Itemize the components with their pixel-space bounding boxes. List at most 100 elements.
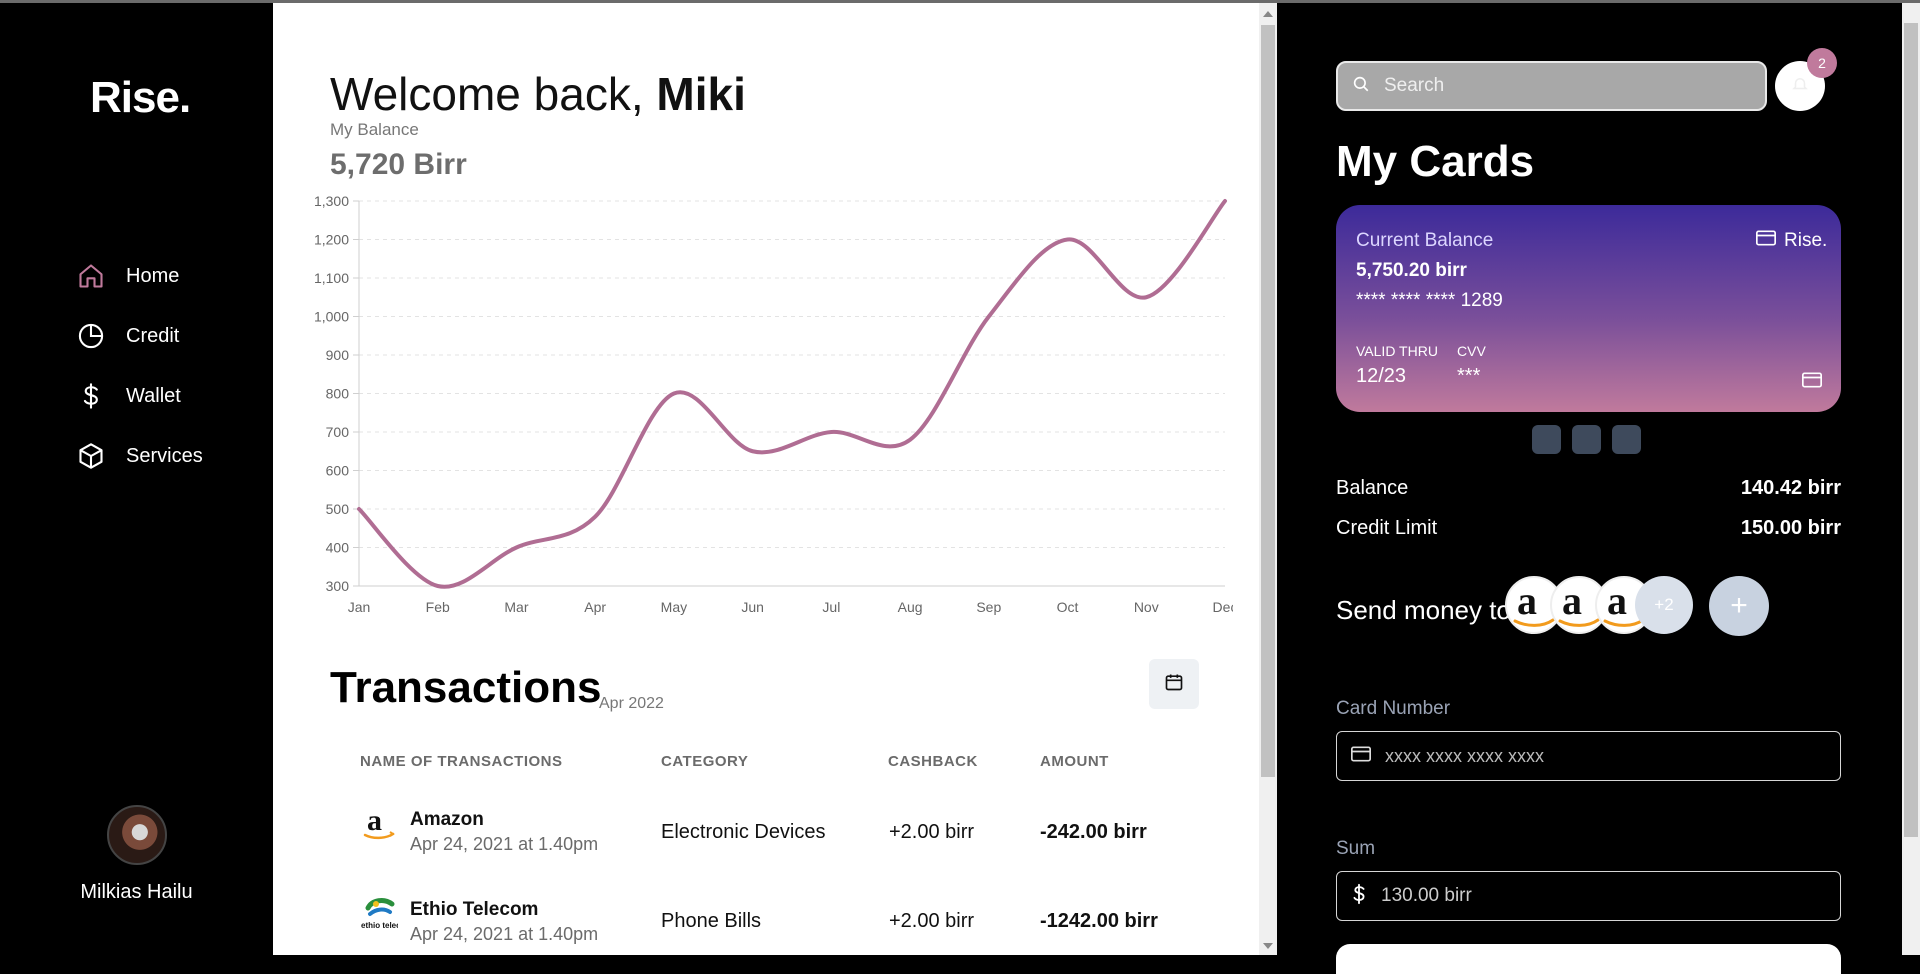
sum-label: Sum xyxy=(1336,838,1376,859)
chart-y-tick-label: 1,200 xyxy=(314,232,349,248)
card-number-field[interactable] xyxy=(1336,731,1841,781)
calendar-icon xyxy=(1164,672,1184,697)
sidebar-item-services[interactable]: Services xyxy=(74,426,203,486)
svg-text:a: a xyxy=(1517,578,1537,623)
sidebar-item-credit[interactable]: Credit xyxy=(74,306,203,366)
transaction-cashback: +2.00 birr xyxy=(889,821,975,843)
user-name: Milkias Hailu xyxy=(80,881,193,903)
chart-x-tick-label: Oct xyxy=(1057,599,1079,615)
carousel-dot[interactable] xyxy=(1572,425,1601,454)
calendar-button[interactable] xyxy=(1149,659,1199,709)
chart-x-tick-label: Mar xyxy=(504,599,528,615)
scrollbar-thumb[interactable] xyxy=(1261,25,1275,777)
chart-y-tick-label: 900 xyxy=(326,347,350,363)
scroll-down-arrow-icon[interactable] xyxy=(1263,943,1273,949)
credit-card[interactable]: Current Balance 5,750.20 birr **** **** … xyxy=(1336,205,1841,412)
dollar-icon xyxy=(74,379,108,413)
add-recipient-button[interactable]: + xyxy=(1709,576,1769,636)
notification-badge: 2 xyxy=(1807,48,1837,78)
welcome-heading: Welcome back, Miki xyxy=(330,67,746,121)
chart-y-tick-label: 300 xyxy=(326,578,350,594)
main-scrollbar[interactable] xyxy=(1259,3,1277,955)
sidebar-item-label: Services xyxy=(126,444,203,467)
balance-value: 5,720 Birr xyxy=(330,148,467,181)
app-logo: Rise. xyxy=(90,73,191,122)
chart-y-tick-label: 1,000 xyxy=(314,309,349,325)
card-brand-label: Rise. xyxy=(1784,230,1828,251)
chart-y-tick-label: 500 xyxy=(326,501,350,517)
balance-line-chart: 300 400 500 600 700 800 900 1,000 1,100 1,200 1,30… xyxy=(314,193,1233,615)
carousel-dot[interactable] xyxy=(1532,425,1561,454)
search-icon xyxy=(1352,75,1370,98)
svg-text:a: a xyxy=(367,804,382,837)
welcome-user: Miki xyxy=(656,68,746,120)
plus-icon: + xyxy=(1730,589,1748,622)
search-input[interactable] xyxy=(1384,75,1744,97)
card-icon xyxy=(1351,746,1371,767)
chart-y-tick-label: 700 xyxy=(326,424,350,440)
carousel-dot[interactable] xyxy=(1612,425,1641,454)
balance-label: Balance xyxy=(1336,477,1409,499)
chart-x-tick-label: Sep xyxy=(976,599,1001,615)
chart-x-tick-label: May xyxy=(661,599,687,615)
transaction-time: Apr 24, 2021 at 1.40pm xyxy=(410,924,599,944)
sum-value[interactable]: 130.00 birr xyxy=(1381,885,1472,907)
more-recipients-badge[interactable]: +2 xyxy=(1635,576,1693,634)
right-panel: 2 My Cards Current Balance 5,750.20 birr… xyxy=(1277,3,1902,974)
sidebar-item-wallet[interactable]: Wallet xyxy=(74,366,203,426)
card-balance-label: Current Balance xyxy=(1356,230,1494,251)
credit-limit-label: Credit Limit xyxy=(1336,517,1438,539)
column-header-cashback: CASHBACK xyxy=(888,753,978,770)
amazon-logo-icon: a xyxy=(360,804,398,842)
home-icon xyxy=(74,259,108,293)
svg-text:a: a xyxy=(1607,578,1627,623)
sidebar-nav: Home Credit Wallet Services xyxy=(74,246,203,486)
sidebar-item-label: Home xyxy=(126,264,180,287)
ethio-telecom-logo-icon: ethio telecom xyxy=(360,894,398,932)
scroll-up-arrow-icon[interactable] xyxy=(1263,11,1273,17)
valid-thru-label: VALID THRU xyxy=(1356,343,1438,359)
transaction-name: Ethio Telecom xyxy=(410,899,539,920)
box-icon xyxy=(74,439,108,473)
svg-text:ethio telecom: ethio telecom xyxy=(361,921,398,930)
sidebar: Rise. Home Credit Wallet Services Milkia… xyxy=(0,3,273,955)
sum-field[interactable]: 130.00 birr xyxy=(1336,871,1841,921)
card-number-label: Card Number xyxy=(1336,698,1451,719)
card-number-input[interactable] xyxy=(1385,745,1805,767)
column-header-name: NAME OF TRANSACTIONS xyxy=(360,753,563,770)
transactions-date: Apr 2022 xyxy=(599,695,664,712)
my-cards-title: My Cards xyxy=(1336,137,1535,186)
transaction-category: Electronic Devices xyxy=(661,821,826,843)
credit-limit-value: 150.00 birr xyxy=(1740,517,1841,539)
chart-y-tick-label: 600 xyxy=(326,463,350,479)
send-button[interactable] xyxy=(1336,944,1841,974)
valid-thru-value: 12/23 xyxy=(1356,365,1407,387)
sidebar-item-home[interactable]: Home xyxy=(74,246,203,306)
welcome-prefix: Welcome back, xyxy=(330,68,644,120)
send-money-label: Send money to xyxy=(1336,595,1511,625)
card-icon xyxy=(1756,230,1776,252)
chart-x-tick-label: Aug xyxy=(898,599,923,615)
chart-x-tick-label: Jan xyxy=(348,599,371,615)
chart-x-tick-label: Dec xyxy=(1213,599,1233,615)
bell-icon xyxy=(1791,75,1809,98)
scrollbar-thumb[interactable] xyxy=(1904,23,1918,837)
transaction-name: Amazon xyxy=(410,809,484,830)
cvv-label: CVV xyxy=(1457,343,1486,359)
avatar[interactable] xyxy=(106,805,167,865)
recipients: a a a +2 xyxy=(1505,576,1705,636)
chart-x-tick-label: Feb xyxy=(426,599,450,615)
sidebar-item-label: Credit xyxy=(126,324,180,347)
search-box[interactable] xyxy=(1336,61,1767,111)
card-balance-amount: 5,750.20 birr xyxy=(1356,260,1467,281)
right-scrollbar[interactable] xyxy=(1902,3,1920,955)
main-content: Welcome back, Miki My Balance 5,720 Birr… xyxy=(273,3,1259,955)
transactions-title: Transactions xyxy=(330,663,602,712)
sidebar-item-label: Wallet xyxy=(126,384,181,407)
user-profile[interactable]: Milkias Hailu xyxy=(0,805,273,904)
transaction-category: Phone Bills xyxy=(661,910,762,932)
chart-y-tick-label: 1,300 xyxy=(314,193,349,209)
chart-x-tick-label: Apr xyxy=(584,599,606,615)
transaction-amount: -242.00 birr xyxy=(1040,821,1147,843)
cvv-value: *** xyxy=(1457,365,1481,387)
